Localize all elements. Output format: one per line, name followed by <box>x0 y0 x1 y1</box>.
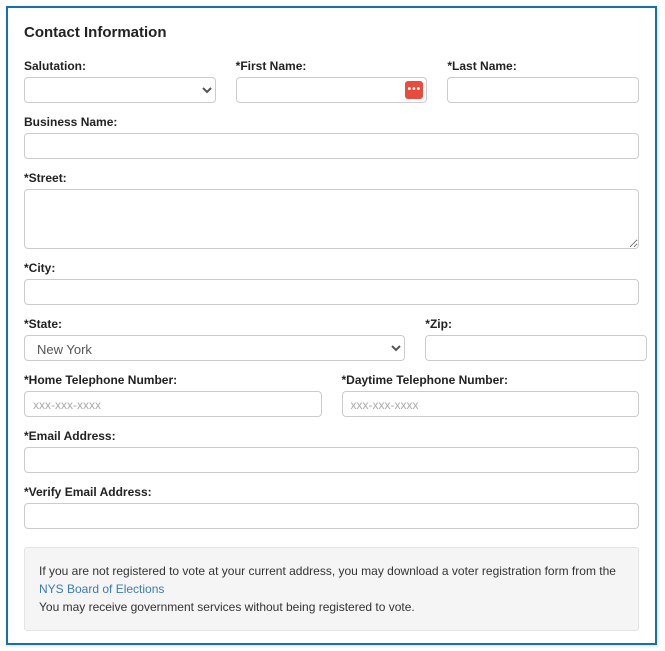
contact-info-panel: Contact Information Salutation: *First N… <box>6 6 657 645</box>
business-name-label: Business Name: <box>24 115 639 129</box>
nys-board-link[interactable]: NYS Board of Elections <box>39 582 164 596</box>
business-name-input[interactable] <box>24 133 639 159</box>
first-name-label: *First Name: <box>236 59 428 73</box>
day-phone-group: *Daytime Telephone Number: <box>342 373 640 417</box>
city-label: *City: <box>24 261 639 275</box>
zip-group: *Zip: <box>425 317 646 361</box>
last-name-group: *Last Name: <box>447 59 639 103</box>
home-phone-label: *Home Telephone Number: <box>24 373 322 387</box>
email-group: *Email Address: <box>24 429 639 473</box>
panel-title: Contact Information <box>24 24 639 41</box>
home-phone-input[interactable] <box>24 391 322 417</box>
salutation-group: Salutation: <box>24 59 216 103</box>
last-name-label: *Last Name: <box>447 59 639 73</box>
salutation-select[interactable] <box>24 77 216 103</box>
zip-input[interactable] <box>425 335 646 361</box>
first-name-group: *First Name: ••• <box>236 59 428 103</box>
zip-label: *Zip: <box>425 317 646 331</box>
home-phone-group: *Home Telephone Number: <box>24 373 322 417</box>
verify-email-group: *Verify Email Address: <box>24 485 639 529</box>
day-phone-input[interactable] <box>342 391 640 417</box>
email-input[interactable] <box>24 447 639 473</box>
first-name-input[interactable] <box>236 77 428 103</box>
state-select[interactable]: New York <box>24 335 405 361</box>
street-label: *Street: <box>24 171 639 185</box>
day-phone-label: *Daytime Telephone Number: <box>342 373 640 387</box>
state-label: *State: <box>24 317 405 331</box>
note-text-2: You may receive government services with… <box>39 600 415 614</box>
street-input[interactable] <box>24 189 639 249</box>
verify-email-input[interactable] <box>24 503 639 529</box>
street-group: *Street: <box>24 171 639 249</box>
business-name-group: Business Name: <box>24 115 639 159</box>
email-label: *Email Address: <box>24 429 639 443</box>
note-text-1: If you are not registered to vote at you… <box>39 564 616 578</box>
city-group: *City: <box>24 261 639 305</box>
voter-registration-note: If you are not registered to vote at you… <box>24 547 639 631</box>
salutation-label: Salutation: <box>24 59 216 73</box>
verify-email-label: *Verify Email Address: <box>24 485 639 499</box>
last-name-input[interactable] <box>447 77 639 103</box>
city-input[interactable] <box>24 279 639 305</box>
state-group: *State: New York <box>24 317 405 361</box>
